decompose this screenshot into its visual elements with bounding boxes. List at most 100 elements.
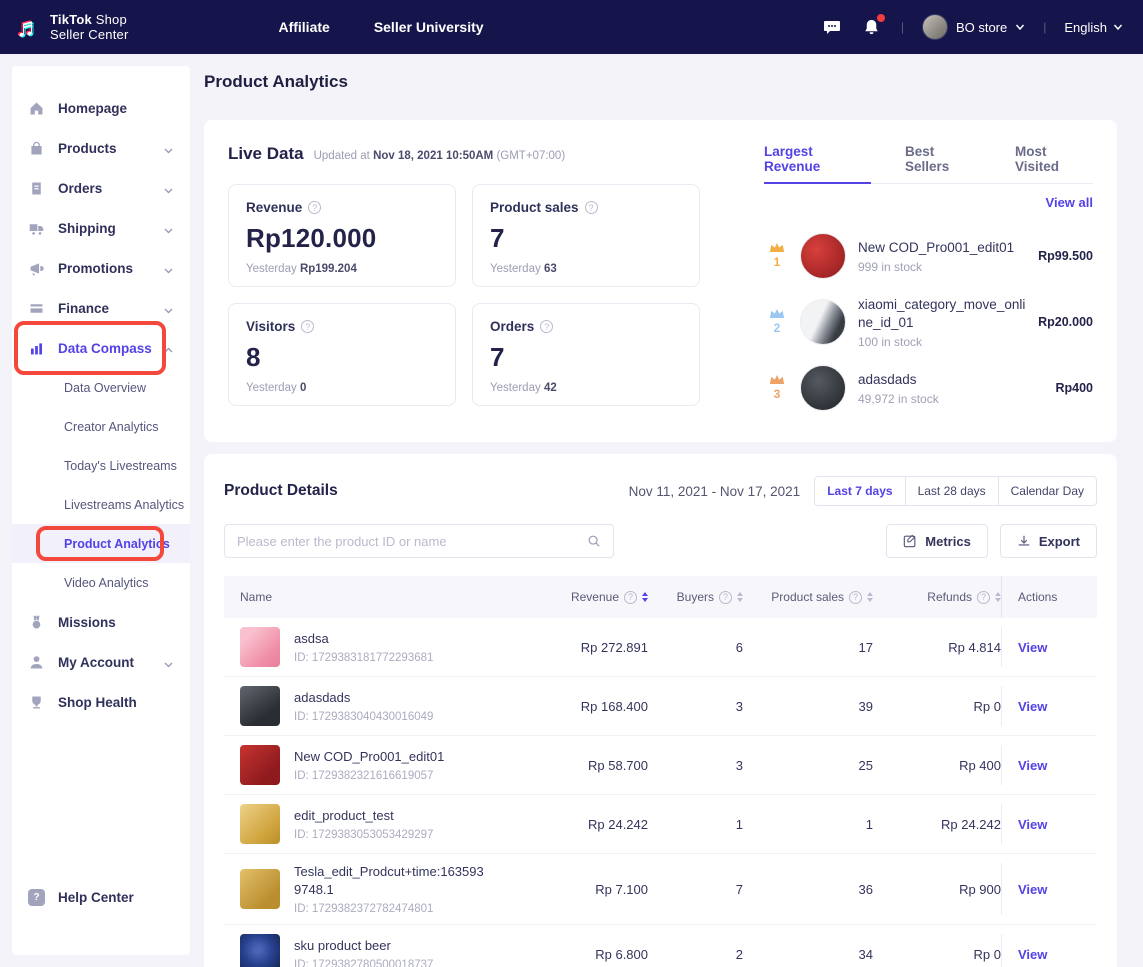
sidebar-item-data-compass[interactable]: Data Compass bbox=[12, 328, 190, 368]
product-id: ID: 1729382321616619057 bbox=[294, 770, 444, 782]
view-all-link[interactable]: View all bbox=[1046, 195, 1093, 210]
product-id: ID: 1729383181772293681 bbox=[294, 652, 433, 664]
sidebar-subitem-video-analytics[interactable]: Video Analytics bbox=[12, 563, 190, 602]
view-link[interactable]: View bbox=[1018, 640, 1047, 655]
tab-best-sellers[interactable]: Best Sellers bbox=[905, 144, 981, 183]
table-row: New COD_Pro001_edit01ID: 172938232161661… bbox=[224, 736, 1097, 795]
question-circle-icon[interactable]: ? bbox=[301, 320, 314, 333]
view-link[interactable]: View bbox=[1018, 882, 1047, 897]
brand-logo[interactable]: ♬ TikTok Shop Seller Center bbox=[16, 12, 128, 42]
ranking-item[interactable]: 2 xiaomi_category_move_online_id_01 100 … bbox=[764, 294, 1093, 350]
tab-largest-revenue[interactable]: Largest Revenue bbox=[764, 144, 871, 183]
cell-product-sales: 1 bbox=[743, 817, 873, 832]
sidebar-item-promotions[interactable]: Promotions bbox=[12, 248, 190, 288]
sidebar-subitem-livestreams-analytics[interactable]: Livestreams Analytics bbox=[12, 485, 190, 524]
metric-value: 7 bbox=[490, 342, 682, 373]
store-menu[interactable]: BO store bbox=[922, 14, 1025, 40]
sidebar-item-finance[interactable]: Finance bbox=[12, 288, 190, 328]
sidebar-item-homepage[interactable]: Homepage bbox=[12, 88, 190, 128]
question-circle-icon[interactable]: ? bbox=[540, 320, 553, 333]
notifications-bell-icon[interactable] bbox=[861, 16, 883, 38]
export-button[interactable]: Export bbox=[1000, 524, 1097, 558]
nav-link-affiliate[interactable]: Affiliate bbox=[278, 19, 329, 35]
cell-buyers: 1 bbox=[648, 817, 743, 832]
view-link[interactable]: View bbox=[1018, 817, 1047, 832]
metric-label: Visitors bbox=[246, 319, 295, 334]
sidebar-subitem-data-overview[interactable]: Data Overview bbox=[12, 368, 190, 407]
bar-chart-icon bbox=[28, 340, 45, 357]
sidebar-item-missions[interactable]: Missions bbox=[12, 602, 190, 642]
product-name: adasdads bbox=[858, 371, 1047, 389]
rank-number: 1 bbox=[774, 255, 781, 269]
product-id: ID: 1729383040430016049 bbox=[294, 711, 433, 723]
sidebar-subitem-creator-analytics[interactable]: Creator Analytics bbox=[12, 407, 190, 446]
question-circle-icon[interactable]: ? bbox=[585, 201, 598, 214]
tab-most-visited[interactable]: Most Visited bbox=[1015, 144, 1093, 183]
question-circle-icon[interactable]: ? bbox=[977, 591, 990, 604]
table-row: sku product beerID: 1729382780500018737 … bbox=[224, 925, 1097, 967]
question-circle-icon[interactable]: ? bbox=[719, 591, 732, 604]
nav-link-seller-university[interactable]: Seller University bbox=[374, 19, 484, 35]
question-circle-icon[interactable]: ? bbox=[308, 201, 321, 214]
column-header-revenue[interactable]: Revenue bbox=[571, 590, 619, 604]
yesterday-value: 42 bbox=[544, 382, 557, 394]
chat-icon[interactable] bbox=[821, 16, 843, 38]
sidebar-item-help-center[interactable]: ? Help Center bbox=[12, 877, 190, 917]
column-header-name[interactable]: Name bbox=[224, 590, 498, 604]
sidebar-item-products[interactable]: Products bbox=[12, 128, 190, 168]
column-header-product-sales[interactable]: Product sales bbox=[771, 590, 844, 604]
brand-text: TikTok Shop Seller Center bbox=[50, 12, 128, 42]
sidebar-subitem-product-analytics[interactable]: Product Analytics bbox=[12, 524, 190, 563]
view-link[interactable]: View bbox=[1018, 758, 1047, 773]
question-circle-icon[interactable]: ? bbox=[849, 591, 862, 604]
product-thumbnail bbox=[240, 686, 280, 726]
live-data-updated: Updated at Nov 18, 2021 10:50AM (GMT+07:… bbox=[314, 150, 566, 162]
brand-bold: TikTok bbox=[50, 12, 92, 27]
product-image bbox=[800, 299, 846, 345]
product-name: edit_product_test bbox=[294, 807, 433, 825]
range-last-28-days-button[interactable]: Last 28 days bbox=[905, 476, 999, 506]
product-details-title: Product Details bbox=[224, 482, 338, 500]
sidebar-item-shipping[interactable]: Shipping bbox=[12, 208, 190, 248]
range-last-7-days-button[interactable]: Last 7 days bbox=[814, 476, 905, 506]
view-link[interactable]: View bbox=[1018, 947, 1047, 962]
cell-refunds: Rp 24.242 bbox=[873, 817, 1001, 832]
crown-bronze-icon: 3 bbox=[764, 374, 790, 403]
product-stock: 100 in stock bbox=[858, 335, 1030, 349]
ranking-item[interactable]: 3 adasdads 49,972 in stock Rp400 bbox=[764, 360, 1093, 416]
cell-product-sales: 39 bbox=[743, 699, 873, 714]
cell-product-sales: 25 bbox=[743, 758, 873, 773]
metrics-button[interactable]: Metrics bbox=[886, 524, 988, 558]
view-link[interactable]: View bbox=[1018, 699, 1047, 714]
cell-revenue: Rp 24.242 bbox=[498, 817, 648, 832]
sidebar-item-orders[interactable]: Orders bbox=[12, 168, 190, 208]
sidebar-item-shop-health[interactable]: Shop Health bbox=[12, 682, 190, 722]
cell-refunds: Rp 900 bbox=[873, 882, 1001, 897]
yesterday-value: 63 bbox=[544, 263, 557, 275]
live-data-card: Live Data Updated at Nov 18, 2021 10:50A… bbox=[204, 120, 1117, 442]
product-search-input[interactable] bbox=[237, 534, 587, 549]
column-header-buyers[interactable]: Buyers bbox=[677, 590, 714, 604]
question-circle-icon[interactable]: ? bbox=[624, 591, 637, 604]
language-menu[interactable]: English bbox=[1064, 20, 1123, 35]
download-icon bbox=[1017, 534, 1031, 548]
sidebar-item-my-account[interactable]: My Account bbox=[12, 642, 190, 682]
column-header-refunds[interactable]: Refunds bbox=[927, 590, 972, 604]
chevron-down-icon bbox=[1015, 22, 1025, 32]
sidebar-subitem-todays-livestreams[interactable]: Today's Livestreams bbox=[12, 446, 190, 485]
cell-refunds: Rp 4.814 bbox=[873, 640, 1001, 655]
rank-number: 3 bbox=[774, 387, 781, 401]
chevron-down-icon bbox=[163, 263, 174, 274]
document-icon bbox=[28, 180, 45, 197]
trophy-icon bbox=[28, 694, 45, 711]
sidebar-item-label: My Account bbox=[58, 655, 134, 670]
ranking-item[interactable]: 1 New COD_Pro001_edit01 999 in stock Rp9… bbox=[764, 228, 1093, 284]
search-icon[interactable] bbox=[587, 534, 601, 548]
metric-value: 8 bbox=[246, 342, 438, 373]
ranking-tabs: Largest Revenue Best Sellers Most Visite… bbox=[764, 144, 1093, 184]
chevron-down-icon bbox=[163, 183, 174, 194]
updated-prefix: Updated at bbox=[314, 150, 370, 162]
sidebar-item-label: Missions bbox=[58, 615, 116, 630]
metric-grid: Revenue? Rp120.000 Yesterday Rp199.204 P… bbox=[228, 184, 708, 406]
range-calendar-day-button[interactable]: Calendar Day bbox=[998, 476, 1097, 506]
